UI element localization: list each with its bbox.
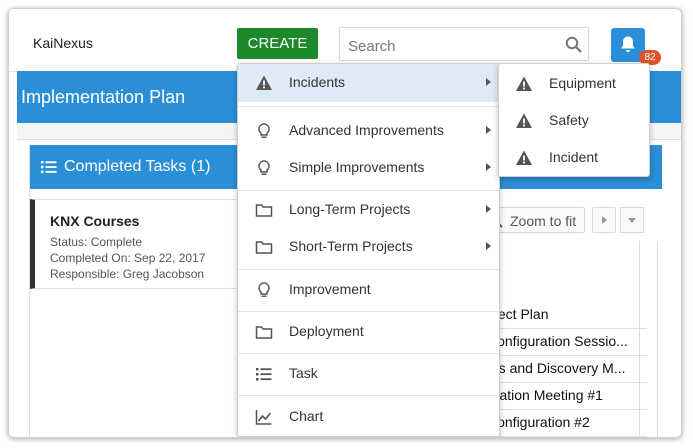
warning-icon [515,75,533,98]
menu-item-incidents[interactable]: Incidents [238,64,499,102]
menu-item-simple-improvements[interactable]: Simple Improvements [238,149,499,187]
warning-icon [515,149,533,172]
lightbulb-icon [255,122,273,140]
folder-icon [255,238,273,256]
menu-item-label: Improvement [289,281,371,297]
submenu-arrow-icon [486,78,491,86]
search-box[interactable] [339,27,589,61]
options-dropdown-button[interactable] [620,207,644,233]
create-button[interactable]: CREATE [237,28,318,59]
task-status: Status: Complete [50,235,143,249]
menu-item-label: Simple Improvements [289,159,425,175]
menu-item-label: Short-Term Projects [289,238,413,254]
menu-item-advanced-improvements[interactable]: Advanced Improvements [238,112,499,150]
list-icon [255,365,273,383]
folder-icon [255,201,273,219]
warning-icon [255,74,273,92]
chevron-right-icon [602,216,607,224]
submenu-item-label: Safety [549,112,589,128]
task-card[interactable]: KNX Courses Status: Complete Completed O… [30,199,238,289]
gantt-row[interactable]: Configuration #2 [487,409,647,437]
submenu-item-equipment[interactable]: Equipment [499,66,649,102]
list-icon [41,160,57,179]
menu-item-label: Deployment [289,323,364,339]
search-icon[interactable] [565,36,582,58]
gantt-row[interactable]: oject Plan [487,301,647,329]
menu-divider [238,106,499,107]
app-root: KaiNexus CREATE 82 Implementation Plan [9,9,681,437]
lightbulb-icon [255,159,273,177]
menu-item-deployment[interactable]: Deployment [238,313,499,351]
menu-item-chart[interactable]: Chart [238,398,499,436]
folder-icon [255,323,273,341]
menu-item-long-term-projects[interactable]: Long-Term Projects [238,191,499,229]
menu-item-task[interactable]: Task [238,355,499,393]
submenu-arrow-icon [486,242,491,250]
warning-icon [515,112,533,135]
gantt-gridline [657,241,658,437]
panel-title: Completed Tasks (1) [64,158,211,175]
bell-icon [621,36,635,52]
menu-item-label: Incidents [289,74,346,90]
gantt-row[interactable]: Configuration Sessio... [487,328,647,356]
menu-item-label: Chart [289,408,324,424]
page-title: Implementation Plan [21,87,186,107]
incidents-submenu: Equipment Safety Incident [498,63,650,177]
app-window: KaiNexus CREATE 82 Implementation Plan [8,8,682,438]
zoom-label: Zoom to fit [510,213,577,229]
create-dropdown-menu: Incidents Advanced Improvements Simple I… [237,63,500,437]
submenu-arrow-icon [486,205,491,213]
line-chart-icon [255,408,273,426]
task-responsible: Responsible: Greg Jacobson [50,267,205,281]
lightbulb-icon [255,281,273,299]
submenu-item-label: Equipment [549,75,616,91]
menu-divider [238,269,499,270]
menu-item-label: Long-Term Projects [289,201,411,217]
menu-divider [238,311,499,312]
submenu-item-safety[interactable]: Safety [499,103,649,139]
gantt-row[interactable]: nts and Discovery M... [487,355,647,383]
menu-item-improvement[interactable]: Improvement [238,271,499,309]
submenu-arrow-icon [486,163,491,171]
menu-divider [238,353,499,354]
submenu-arrow-icon [486,126,491,134]
menu-item-label: Advanced Improvements [289,122,444,138]
menu-item-short-term-projects[interactable]: Short-Term Projects [238,228,499,266]
task-completed-on: Completed On: Sep 22, 2017 [50,251,206,265]
submenu-item-label: Incident [549,149,599,165]
next-button[interactable] [592,207,616,233]
brand-name[interactable]: KaiNexus [33,35,93,51]
chevron-down-icon [628,218,636,223]
menu-item-label: Task [289,365,318,381]
gantt-row[interactable]: uration Meeting #1 [487,382,647,410]
menu-divider [238,395,499,396]
submenu-item-incident[interactable]: Incident [499,140,649,176]
task-title: KNX Courses [50,213,140,229]
search-input[interactable] [346,35,560,57]
